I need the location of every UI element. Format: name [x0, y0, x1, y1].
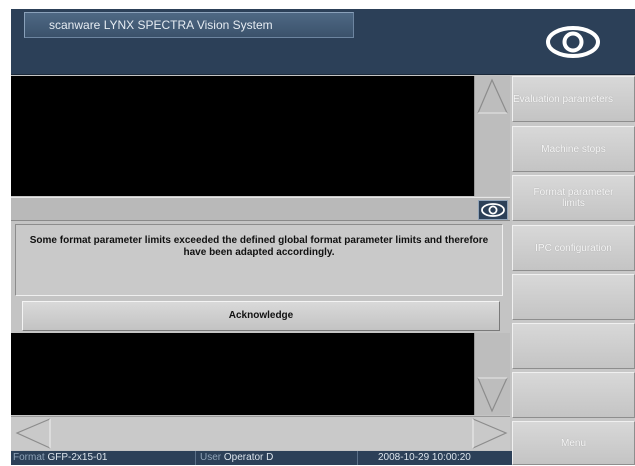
sidebar-button-menu[interactable]: Menu [512, 421, 635, 465]
status-user: User Operator D [195, 451, 355, 465]
window-title: scanware LYNX SPECTRA Vision System [24, 12, 354, 38]
logo [512, 9, 635, 75]
sidebar-button-format-parameter-limits[interactable]: Format parameter limits [512, 175, 635, 221]
image-viewport-top [11, 76, 474, 196]
sidebar-button-machine-stops[interactable]: Machine stops [512, 126, 635, 172]
sidebar-button-ipc-configuration[interactable]: IPC configuration [512, 225, 635, 271]
status-datetime: 2008-10-29 10:00:20 [357, 451, 512, 465]
scroll-right-arrow-icon[interactable] [470, 417, 510, 450]
image-viewport-bottom [11, 333, 474, 415]
horizontal-scrollbar[interactable] [11, 416, 510, 450]
vertical-scrollbar-top[interactable] [474, 76, 510, 196]
eye-view-button[interactable] [478, 200, 508, 220]
status-format: Format GFP-2x15-01 [13, 451, 203, 465]
eye-icon [546, 26, 600, 58]
status-format-label: Format [13, 452, 45, 463]
status-bar: Format GFP-2x15-01 User Operator D 2008-… [11, 451, 512, 465]
title-bar: scanware LYNX SPECTRA Vision System [11, 9, 512, 75]
scroll-left-arrow-icon[interactable] [13, 417, 53, 450]
message-text: Some format parameter limits exceeded th… [29, 235, 489, 258]
sidebar-button-empty-2[interactable] [512, 323, 635, 369]
message-panel: Some format parameter limits exceeded th… [15, 224, 503, 296]
main-area: scanware LYNX SPECTRA Vision System Some… [11, 9, 512, 465]
scroll-up-arrow-icon[interactable] [475, 76, 510, 116]
sidebar-button-empty-3[interactable] [512, 372, 635, 418]
acknowledge-button[interactable]: Acknowledge [22, 301, 500, 331]
sidebar: Evaluation parameters Machine stops Form… [512, 9, 635, 465]
scroll-down-arrow-icon[interactable] [475, 375, 510, 415]
vertical-scrollbar-bottom[interactable] [474, 333, 510, 415]
sidebar-button-empty-1[interactable] [512, 274, 635, 320]
status-user-label: User [200, 452, 222, 463]
status-user-value: Operator D [223, 452, 274, 463]
sidebar-button-evaluation-parameters[interactable]: Evaluation parameters [512, 76, 635, 122]
status-format-value: GFP-2x15-01 [47, 452, 108, 463]
toolbar-strip [11, 197, 510, 221]
eye-icon [481, 203, 505, 217]
